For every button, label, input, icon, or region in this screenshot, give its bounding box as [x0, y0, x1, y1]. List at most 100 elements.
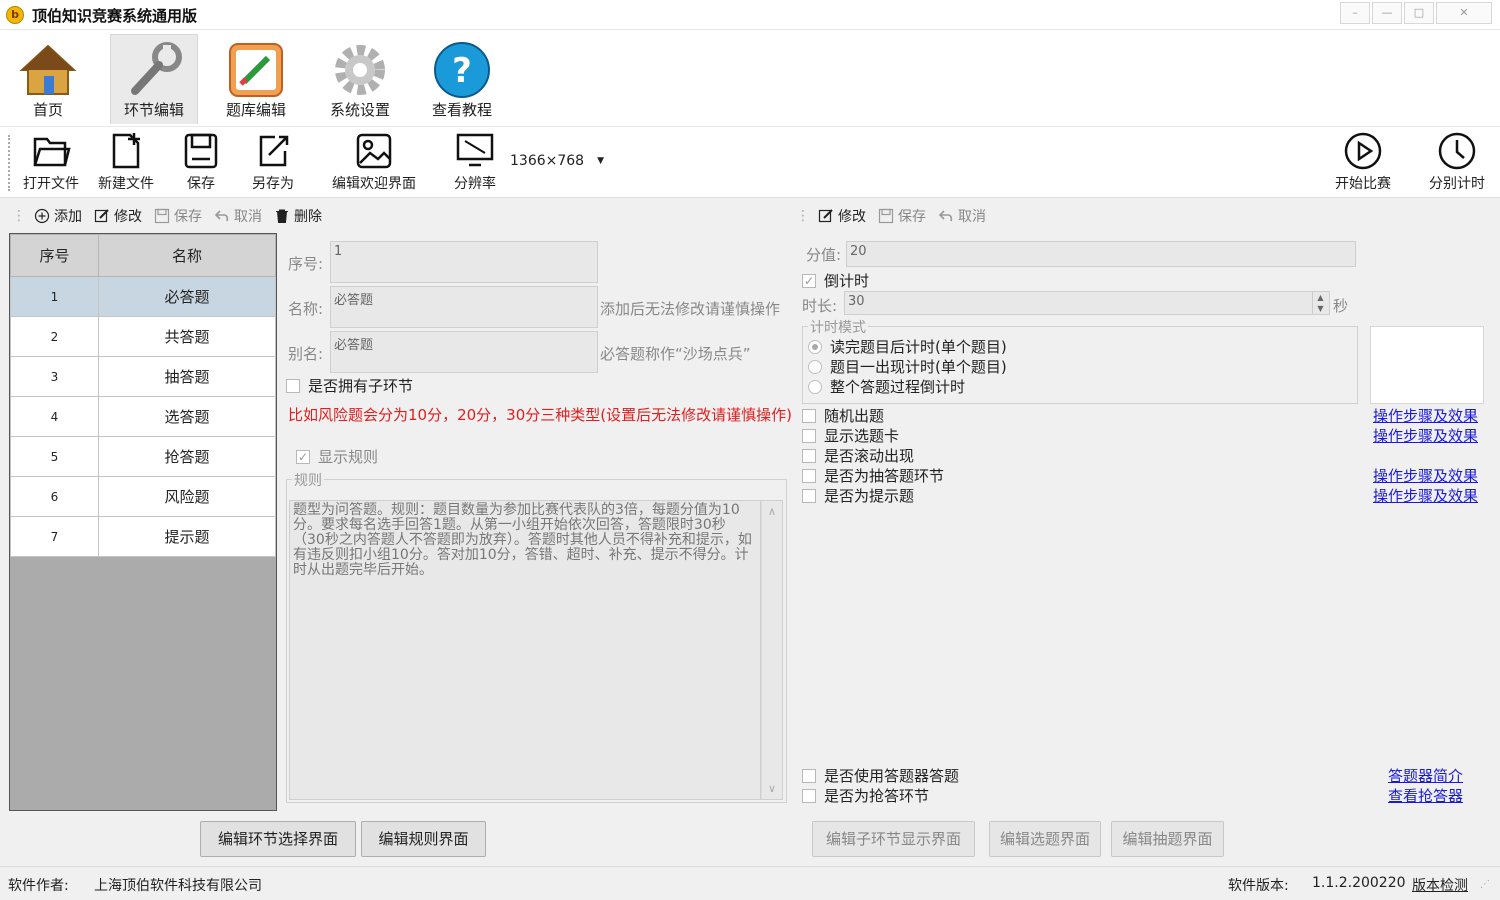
save-button[interactable]: 保存 — [176, 131, 226, 193]
table-row[interactable]: 1 必答题 — [10, 276, 276, 317]
resolution-button[interactable]: 分辨率 — [448, 131, 502, 193]
left-cancel-button[interactable]: 取消 — [214, 206, 262, 226]
steps-link[interactable]: 操作步骤及效果 — [1373, 425, 1478, 446]
checkbox-box — [802, 768, 816, 783]
checkbox-box — [802, 488, 816, 503]
edit-section-select-button[interactable]: 编辑环节选择界面 — [200, 821, 356, 857]
rules-textarea[interactable]: 题型为问答题。规则：题目数量为参加比赛代表队的3倍，每题分值为10分。要求每名选… — [289, 500, 761, 800]
save-as-button[interactable]: 另存为 — [246, 131, 300, 193]
timer-label: 分别计时 — [1429, 176, 1485, 192]
close-window-button[interactable]: ✕ — [1436, 2, 1492, 24]
resolution-select[interactable]: 1366×768 ▼ — [504, 149, 608, 173]
window-controls: – — □ ✕ — [1338, 2, 1492, 24]
alias-hint: 必答题称作“沙场点兵” — [600, 345, 751, 363]
table-row[interactable]: 6 风险题 — [10, 476, 276, 517]
start-match-button[interactable]: 开始比赛 — [1330, 131, 1396, 193]
edit-pick-button[interactable]: 编辑选题界面 — [989, 821, 1101, 857]
scroll-down-icon[interactable]: ∨ — [762, 782, 782, 795]
monitor-icon — [456, 133, 494, 167]
view-buzzer-link[interactable]: 查看抢答器 — [1388, 785, 1463, 806]
seq-field[interactable]: 1 — [330, 241, 598, 283]
status-bar: 软件作者: 上海顶伯软件科技有限公司 软件版本: 1.1.2.200220 版本… — [0, 866, 1500, 900]
duration-field[interactable]: 30 — [844, 291, 1330, 315]
rules-scrollbar[interactable]: ∧ ∨ — [761, 500, 783, 800]
tab-section-edit[interactable]: 环节编辑 — [110, 34, 198, 124]
timer-button[interactable]: 分别计时 — [1424, 131, 1490, 193]
row-number: 2 — [10, 316, 99, 357]
show-rules-checkbox[interactable]: 显示规则 — [296, 446, 378, 467]
new-file-button[interactable]: 新建文件 — [94, 131, 158, 193]
steps-link[interactable]: 操作步骤及效果 — [1373, 405, 1478, 426]
draw-section-checkbox[interactable]: 是否为抽答题环节 — [802, 465, 944, 486]
help-window-button[interactable]: – — [1340, 2, 1370, 24]
row-number: 6 — [10, 476, 99, 517]
option-label: 是否为抽答题环节 — [824, 467, 945, 485]
score-field[interactable]: 20 — [846, 241, 1356, 267]
edit-welcome-label: 编辑欢迎界面 — [332, 176, 416, 192]
author-value: 上海顶伯软件科技有限公司 — [94, 878, 262, 894]
open-file-button[interactable]: 打开文件 — [20, 131, 82, 193]
table-row[interactable]: 3 抽答题 — [10, 356, 276, 397]
right-cancel-button[interactable]: 取消 — [938, 206, 986, 226]
table-row[interactable]: 5 抢答题 — [10, 436, 276, 477]
column-header-number[interactable]: 序号 — [10, 234, 99, 277]
random-checkbox[interactable]: 随机出题 — [802, 405, 884, 426]
add-button[interactable]: 添加 — [34, 206, 82, 226]
save-label: 保存 — [187, 176, 215, 192]
steps-link[interactable]: 操作步骤及效果 — [1373, 485, 1478, 506]
right-edit-button[interactable]: 修改 — [818, 206, 866, 226]
maximize-window-button[interactable]: □ — [1404, 2, 1434, 24]
resize-grip-icon[interactable]: ⋰ — [1480, 879, 1490, 890]
folder-open-icon — [33, 137, 71, 167]
table-row[interactable]: 4 选答题 — [10, 396, 276, 437]
table-row[interactable]: 7 提示题 — [10, 516, 276, 557]
scroll-appear-checkbox[interactable]: 是否滚动出现 — [802, 445, 914, 466]
column-header-name[interactable]: 名称 — [98, 234, 276, 277]
duration-spinner[interactable]: ▲ ▼ — [1312, 292, 1328, 314]
undo-icon — [938, 210, 953, 222]
rush-section-checkbox[interactable]: 是否为抢答环节 — [802, 785, 929, 806]
option-label: 显示选题卡 — [824, 427, 900, 445]
timer-mode-legend: 计时模式 — [808, 317, 868, 337]
buzzer-intro-link[interactable]: 答题器简介 — [1388, 765, 1463, 786]
minimize-window-button[interactable]: — — [1372, 2, 1402, 24]
option-label: 是否滚动出现 — [824, 447, 915, 465]
has-sub-checkbox[interactable]: 是否拥有子环节 — [286, 375, 413, 396]
edit-icon — [818, 209, 833, 223]
alias-field[interactable]: 必答题 — [330, 331, 598, 373]
tab-question-bank[interactable]: 题库编辑 — [212, 34, 300, 124]
edit-rules-button[interactable]: 编辑规则界面 — [361, 821, 486, 857]
checkbox-box — [296, 449, 310, 464]
row-name: 抢答题 — [98, 436, 276, 477]
right-cancel-label: 取消 — [958, 209, 986, 225]
tab-tutorial[interactable]: ? 查看教程 — [418, 34, 506, 124]
hint-question-checkbox[interactable]: 是否为提示题 — [802, 485, 914, 506]
mode-radio-2[interactable]: 题目一出现计时(单个题目) — [808, 356, 1007, 377]
left-save-button[interactable]: 保存 — [154, 206, 202, 226]
steps-link[interactable]: 操作步骤及效果 — [1373, 465, 1478, 486]
app-logo-icon: b — [6, 6, 24, 24]
tab-system-settings[interactable]: 系统设置 — [316, 34, 404, 124]
section-grid[interactable]: 序号 名称 1 必答题 2 共答题 3 抽答题 4 选答题 5 抢答题 6 风险题 7 提示题 — [9, 233, 277, 811]
show-card-checkbox[interactable]: 显示选题卡 — [802, 425, 899, 446]
table-row[interactable]: 2 共答题 — [10, 316, 276, 357]
grip-icon: ⋮ — [796, 208, 810, 224]
use-buzzer-checkbox[interactable]: 是否使用答题器答题 — [802, 765, 959, 786]
version-check-link[interactable]: 版本检测 — [1412, 875, 1468, 895]
scroll-up-icon[interactable]: ∧ — [762, 505, 782, 518]
right-save-button[interactable]: 保存 — [878, 206, 926, 226]
edit-welcome-button[interactable]: 编辑欢迎界面 — [326, 131, 422, 193]
tab-home[interactable]: 首页 — [4, 34, 92, 124]
edit-draw-button[interactable]: 编辑抽题界面 — [1111, 821, 1224, 857]
grid-header-row: 序号 名称 — [10, 234, 276, 277]
name-field[interactable]: 必答题 — [330, 286, 598, 328]
edit-button[interactable]: 修改 — [94, 206, 142, 226]
version-label: 软件版本: — [1228, 878, 1289, 894]
edit-sub-section-button[interactable]: 编辑子环节显示界面 — [812, 821, 975, 857]
alias-label: 别名: — [288, 345, 324, 363]
countdown-checkbox[interactable]: 倒计时 — [802, 270, 869, 291]
seq-label: 序号: — [288, 255, 324, 273]
mode-radio-1[interactable]: 读完题目后计时(单个题目) — [808, 336, 1007, 357]
name-label: 名称: — [288, 300, 324, 318]
mode-radio-3[interactable]: 整个答题过程倒计时 — [808, 376, 965, 397]
